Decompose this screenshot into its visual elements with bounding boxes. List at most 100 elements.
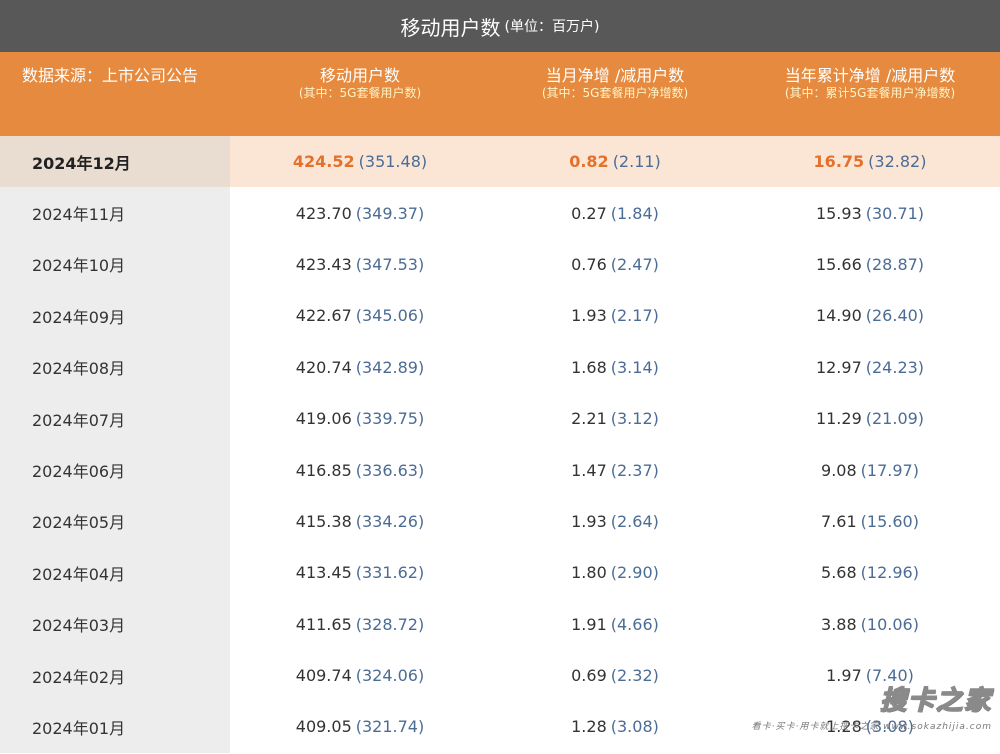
month-cell: 2024年11月 — [0, 187, 230, 239]
watermark-tagline: 看卡·买卡·用卡就上搜卡之家 www.sokazhijia.com — [751, 722, 992, 732]
month-cell: 2024年02月 — [0, 649, 230, 702]
cumulative-cell: 9.08 (17.97) — [740, 461, 1000, 480]
monthly-5g-value: (2.32) — [610, 666, 659, 686]
header-cumulative: 当年累计净增 /减用户数 (其中：累计5G套餐用户净增数) — [740, 52, 1000, 136]
monthly-value: 1.93 — [571, 511, 607, 531]
users-value: 409.05 — [295, 717, 352, 737]
users-5g-value: (339.75) — [355, 409, 425, 429]
monthly-cell: 1.91 (4.66) — [490, 615, 740, 634]
monthly-value: 1.80 — [571, 563, 607, 583]
users-cell: 423.70 (349.37) — [230, 204, 490, 223]
header-cumulative-sub: (其中：累计5G套餐用户净增数) — [784, 86, 956, 100]
monthly-5g-value: (4.66) — [610, 614, 659, 634]
users-value: 420.74 — [295, 357, 352, 377]
users-5g-value: (328.72) — [355, 614, 425, 634]
monthly-value: 1.47 — [571, 460, 607, 480]
monthly-5g-value: (2.11) — [612, 152, 661, 172]
watermark-logo: 搜卡之家 — [879, 685, 992, 717]
cumulative-5g-value: (15.60) — [860, 511, 919, 531]
table-row: 2024年10月 423.43 (347.53) 0.76 (2.47) 15.66 (28… — [0, 238, 1000, 291]
monthly-cell: 1.93 (2.64) — [490, 512, 740, 531]
users-5g-value: (321.74) — [355, 717, 425, 737]
cumulative-value: 14.90 — [815, 306, 862, 326]
month-cell: 2024年03月 — [0, 598, 230, 650]
table-row: 2024年07月 419.06 (339.75) 2.21 (3.12) 11.29 (21… — [0, 392, 1000, 445]
users-5g-value: (347.53) — [355, 254, 425, 274]
monthly-cell: 0.82 (2.11) — [490, 152, 740, 171]
month-cell: 2024年09月 — [0, 290, 230, 342]
users-cell: 423.43 (347.53) — [230, 255, 490, 274]
cumulative-5g-value: (24.23) — [865, 357, 925, 377]
users-5g-value: (336.63) — [355, 460, 425, 480]
cumulative-value: 15.93 — [815, 203, 862, 223]
monthly-5g-value: (2.47) — [610, 254, 659, 274]
monthly-value: 2.21 — [571, 409, 607, 429]
monthly-5g-value: (1.84) — [610, 203, 659, 223]
cumulative-value: 9.08 — [821, 460, 857, 480]
cumulative-cell: 12.97 (24.23) — [740, 358, 1000, 377]
cumulative-cell: 5.68 (12.96) — [740, 563, 1000, 582]
watermark: 搜卡之家 看卡·买卡·用卡就上搜卡之家 www.sokazhijia.com — [752, 680, 992, 732]
month-label: 2024年11月 — [32, 205, 126, 225]
cumulative-value: 7.61 — [821, 511, 857, 531]
table-title-bar: 移动用户数 (单位：百万户) — [0, 0, 1000, 52]
monthly-value: 0.82 — [569, 152, 609, 172]
users-5g-value: (342.89) — [355, 357, 425, 377]
cumulative-value: 5.68 — [821, 563, 857, 583]
monthly-5g-value: (2.64) — [610, 511, 659, 531]
table-header: 数据来源：上市公司公告 移动用户数 (其中：5G套餐用户数) 当月净增 /减用户… — [0, 52, 1000, 136]
monthly-cell: 1.68 (3.14) — [490, 358, 740, 377]
header-source: 数据来源：上市公司公告 — [0, 52, 230, 136]
monthly-cell: 1.93 (2.17) — [490, 306, 740, 325]
monthly-value: 0.76 — [571, 254, 607, 274]
users-cell: 411.65 (328.72) — [230, 615, 490, 634]
table-row: 2024年03月 411.65 (328.72) 1.91 (4.66) 3.88 (10.… — [0, 598, 1000, 650]
cumulative-cell: 11.29 (21.09) — [740, 409, 1000, 428]
users-cell: 419.06 (339.75) — [230, 409, 490, 428]
users-value: 422.67 — [295, 306, 352, 326]
users-value: 416.85 — [295, 460, 352, 480]
month-label: 2024年12月 — [32, 153, 131, 173]
month-cell: 2024年06月 — [0, 444, 230, 496]
header-monthly-label: 当月净增 /减用户数 — [545, 66, 685, 85]
table-unit: (单位：百万户) — [504, 19, 600, 35]
cumulative-5g-value: (28.87) — [865, 254, 925, 274]
users-value: 409.74 — [295, 666, 352, 686]
table-row: 2024年08月 420.74 (342.89) 1.68 (3.14) 12.97 (24… — [0, 341, 1000, 393]
cumulative-value: 3.88 — [821, 614, 857, 634]
users-cell: 415.38 (334.26) — [230, 512, 490, 531]
users-5g-value: (334.26) — [355, 511, 425, 531]
month-label: 2024年06月 — [32, 462, 126, 482]
monthly-value: 1.93 — [571, 306, 607, 326]
cumulative-value: 12.97 — [815, 357, 862, 377]
users-value: 419.06 — [295, 409, 352, 429]
monthly-value: 1.68 — [571, 357, 607, 377]
cumulative-value: 16.75 — [813, 152, 865, 172]
monthly-value: 1.28 — [571, 717, 607, 737]
monthly-value: 0.27 — [571, 203, 607, 223]
month-cell: 2024年04月 — [0, 547, 230, 599]
users-5g-value: (351.48) — [358, 152, 428, 172]
month-cell: 2024年01月 — [0, 701, 230, 753]
table-title: 移动用户数 — [400, 15, 501, 40]
month-cell: 2024年05月 — [0, 495, 230, 548]
monthly-5g-value: (3.08) — [610, 717, 659, 737]
cumulative-cell: 15.66 (28.87) — [740, 255, 1000, 274]
data-source-label: 数据来源：上市公司公告 — [22, 66, 199, 85]
header-cumulative-label: 当年累计净增 /减用户数 — [784, 66, 956, 85]
cumulative-value: 11.29 — [815, 409, 862, 429]
month-label: 2024年04月 — [32, 564, 126, 584]
cumulative-cell: 3.88 (10.06) — [740, 615, 1000, 634]
cumulative-cell: 15.93 (30.71) — [740, 204, 1000, 223]
users-5g-value: (345.06) — [355, 306, 425, 326]
users-cell: 416.85 (336.63) — [230, 461, 490, 480]
users-value: 423.43 — [295, 254, 352, 274]
month-label: 2024年08月 — [32, 359, 126, 379]
users-value: 415.38 — [295, 511, 352, 531]
table-row: 2024年06月 416.85 (336.63) 1.47 (2.37) 9.08 (17.… — [0, 444, 1000, 496]
users-cell: 420.74 (342.89) — [230, 358, 490, 377]
monthly-value: 0.69 — [571, 666, 607, 686]
monthly-5g-value: (2.17) — [610, 306, 659, 326]
cumulative-5g-value: (32.82) — [868, 152, 927, 172]
table-body: 2024年12月 424.52 (351.48) 0.82 (2.11) 16.75 (32… — [0, 136, 1000, 753]
